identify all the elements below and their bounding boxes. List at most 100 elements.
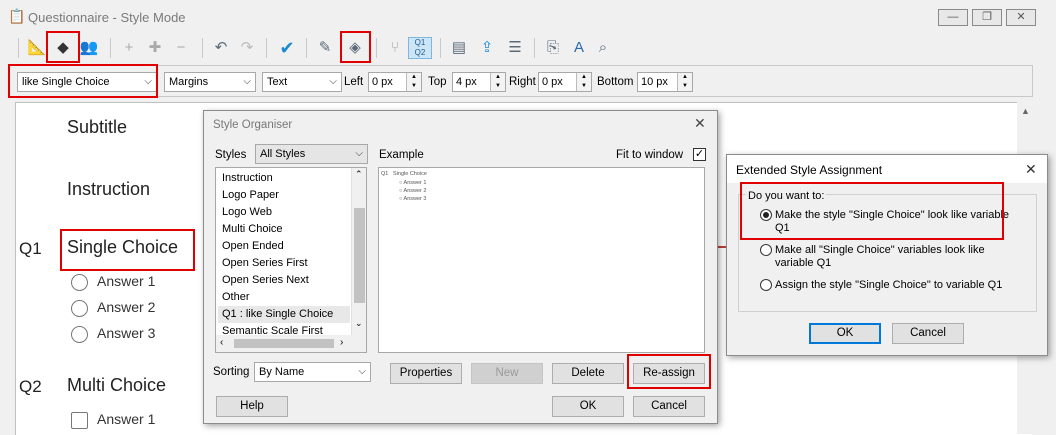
preview-icon[interactable]: ⎘ bbox=[542, 37, 564, 59]
q1-answer-1: Answer 1 bbox=[97, 273, 156, 289]
styles-label: Styles bbox=[215, 149, 247, 161]
chevron-up-icon[interactable]: ⌃ bbox=[355, 169, 363, 180]
q2-text[interactable]: Multi Choice bbox=[67, 375, 166, 396]
add-sibling-icon[interactable]: ✚ bbox=[144, 37, 166, 59]
extended-cancel-button[interactable]: Cancel bbox=[892, 323, 964, 344]
close-icon[interactable]: ✕ bbox=[1025, 161, 1037, 178]
options-group-label: Do you want to: bbox=[746, 190, 827, 202]
q2-checkbox-1[interactable] bbox=[71, 412, 88, 429]
chevron-right-icon[interactable]: › bbox=[340, 337, 343, 348]
layers-icon[interactable]: ☰ bbox=[504, 37, 526, 59]
q1-radio-2[interactable] bbox=[71, 300, 88, 317]
extended-ok-button[interactable]: OK bbox=[809, 323, 881, 344]
example-answer-2: ○ Answer 2 bbox=[399, 188, 427, 194]
styles-list[interactable]: Instruction Logo Paper Logo Web Multi Ch… bbox=[215, 167, 367, 353]
list-item[interactable]: Open Series Next bbox=[218, 272, 350, 289]
option-radio-2[interactable] bbox=[760, 244, 772, 256]
extended-title-bar: Extended Style Assignment ✕ bbox=[727, 155, 1047, 183]
new-button[interactable]: New bbox=[471, 363, 543, 384]
upload-icon[interactable]: ⇪ bbox=[476, 37, 498, 59]
remove-icon[interactable]: − bbox=[170, 37, 192, 59]
list-hscroll-thumb[interactable] bbox=[234, 339, 334, 348]
merge-icon[interactable]: ⑂ bbox=[384, 37, 406, 59]
style-organiser-dialog: Style Organiser ✕ Styles All Styles ⌵ Exa… bbox=[203, 110, 718, 424]
example-q-number: Q1 bbox=[381, 171, 389, 177]
q1-text[interactable]: Single Choice bbox=[67, 237, 178, 258]
users-icon[interactable]: 👥 bbox=[78, 37, 100, 59]
checkmark-icon[interactable]: ✔ bbox=[276, 37, 298, 59]
delete-button[interactable]: Delete bbox=[552, 363, 624, 384]
text-combo[interactable]: Text ⌵ bbox=[262, 72, 342, 92]
top-label: Top bbox=[428, 76, 447, 88]
q1-answer-3: Answer 3 bbox=[97, 325, 156, 341]
properties-button[interactable]: Properties bbox=[390, 363, 462, 384]
subtitle[interactable]: Subtitle bbox=[67, 117, 127, 138]
redo-icon[interactable]: ↷ bbox=[236, 37, 258, 59]
fit-to-window-label: Fit to window bbox=[616, 149, 684, 161]
chevron-left-icon[interactable]: ‹ bbox=[220, 337, 223, 348]
ok-button[interactable]: OK bbox=[552, 396, 624, 417]
format-bar: like Single Choice ⌵ Margins ⌵ Text ⌵ Left … bbox=[8, 65, 1033, 97]
list-item[interactable]: Instruction bbox=[218, 170, 350, 187]
window-title: Questionnaire - Style Mode bbox=[28, 10, 186, 25]
right-stepper[interactable]: 0 px ▲ ▼ bbox=[538, 72, 592, 92]
undo-icon[interactable]: ↶ bbox=[210, 37, 232, 59]
q1-radio-3[interactable] bbox=[71, 326, 88, 343]
sorting-combo[interactable]: By Name ⌵ bbox=[254, 362, 371, 382]
edit-style-icon[interactable]: ✎ bbox=[314, 37, 336, 59]
q2-number: Q2 bbox=[19, 377, 42, 396]
styles-combo[interactable]: All Styles ⌵ bbox=[255, 144, 368, 164]
restore-button[interactable]: ❐ bbox=[972, 9, 1002, 26]
option-label-3[interactable]: Assign the style "Single Choice" to vari… bbox=[775, 279, 1025, 292]
list-item[interactable]: Open Series First bbox=[218, 255, 350, 272]
option-radio-3[interactable] bbox=[760, 279, 772, 291]
close-icon[interactable]: ✕ bbox=[694, 115, 706, 132]
list-item[interactable]: Open Ended bbox=[218, 238, 350, 255]
bottom-stepper[interactable]: 10 px ▲ ▼ bbox=[637, 72, 693, 92]
scroll-up-icon[interactable]: ▲ bbox=[1021, 106, 1030, 116]
margins-combo[interactable]: Margins ⌵ bbox=[164, 72, 256, 92]
close-button[interactable]: ✕ bbox=[1006, 9, 1036, 26]
q1-number: Q1 bbox=[19, 239, 42, 258]
list-vscroll[interactable]: ⌃ ⌄ bbox=[351, 168, 366, 335]
search-icon[interactable]: ⌕ bbox=[592, 37, 614, 59]
extended-style-assignment-dialog: Extended Style Assignment ✕ Do you want … bbox=[726, 154, 1048, 356]
chevron-down-icon: ⌵ bbox=[144, 76, 152, 87]
q1-q2-toggle[interactable]: Q1 Q2 bbox=[408, 37, 432, 59]
example-label: Example bbox=[379, 149, 424, 161]
list-item[interactable]: Multi Choice bbox=[218, 221, 350, 238]
left-stepper[interactable]: 0 px ▲ ▼ bbox=[368, 72, 422, 92]
q1-radio-1[interactable] bbox=[71, 274, 88, 291]
clipboard-check-icon: 📋 bbox=[8, 8, 26, 24]
paint-bucket-icon[interactable]: ◆ bbox=[52, 37, 74, 59]
list-hscroll[interactable]: ‹ › bbox=[216, 335, 366, 352]
list-item-selected[interactable]: Q1 : like Single Choice bbox=[218, 306, 350, 323]
right-label: Right bbox=[509, 76, 536, 88]
assign-style-icon[interactable]: ◈ bbox=[344, 37, 366, 59]
style-chart-icon[interactable]: 📐 bbox=[26, 37, 48, 59]
fit-to-window-checkbox[interactable]: ✓ bbox=[693, 148, 706, 161]
example-preview: Q1 Single Choice ○ Answer 1 ○ Answer 2 ○… bbox=[378, 167, 705, 353]
option-label-1[interactable]: Make the style "Single Choice" look like… bbox=[775, 209, 1015, 235]
list-scroll-thumb[interactable] bbox=[354, 208, 365, 303]
help-button[interactable]: Help bbox=[216, 396, 288, 417]
spellcheck-icon[interactable]: A bbox=[568, 37, 590, 59]
document-icon[interactable]: ▤ bbox=[448, 37, 470, 59]
q2-label: Q2 bbox=[414, 48, 426, 57]
option-label-2[interactable]: Make all "Single Choice" variables look … bbox=[775, 244, 1015, 270]
option-radio-1[interactable] bbox=[760, 209, 772, 221]
minimize-button[interactable]: — bbox=[938, 9, 968, 26]
example-answer-1: ○ Answer 1 bbox=[399, 180, 427, 186]
chevron-down-icon[interactable]: ⌄ bbox=[355, 318, 363, 329]
list-item[interactable]: Logo Paper bbox=[218, 187, 350, 204]
instruction[interactable]: Instruction bbox=[67, 179, 150, 200]
add-icon[interactable]: + bbox=[118, 37, 140, 59]
cancel-button[interactable]: Cancel bbox=[633, 396, 705, 417]
chevron-down-icon: ⌵ bbox=[358, 366, 366, 377]
style-combo[interactable]: like Single Choice ⌵ bbox=[17, 72, 157, 92]
left-label: Left bbox=[344, 76, 364, 88]
top-stepper[interactable]: 4 px ▲ ▼ bbox=[452, 72, 506, 92]
list-item[interactable]: Other bbox=[218, 289, 350, 306]
list-item[interactable]: Logo Web bbox=[218, 204, 350, 221]
reassign-button[interactable]: Re-assign bbox=[633, 363, 705, 384]
